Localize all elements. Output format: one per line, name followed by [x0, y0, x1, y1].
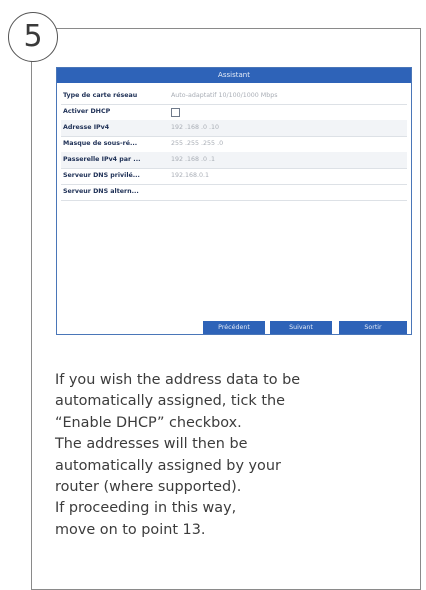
row-label: Serveur DNS privilé...	[63, 172, 140, 179]
row-label: Masque de sous-ré...	[63, 140, 138, 147]
preferred-dns-field[interactable]: 192.168.0.1	[171, 168, 209, 184]
row-label: Serveur DNS altern...	[63, 188, 139, 195]
row-preferred-dns: Serveur DNS privilé... 192.168.0.1	[61, 168, 407, 185]
row-alternate-dns: Serveur DNS altern...	[61, 184, 407, 201]
ipv4-address-field[interactable]: 192 .168 .0 .10	[171, 120, 219, 136]
row-label: Activer DHCP	[63, 108, 111, 115]
step-number-badge: 5	[8, 12, 58, 62]
row-enable-dhcp: Activer DHCP	[61, 104, 407, 121]
row-network-card-type: Type de carte réseau Auto-adaptatif 10/1…	[61, 88, 407, 105]
dialog-title: Assistant	[57, 68, 411, 83]
instruction-line: The addresses will then be	[55, 436, 248, 453]
row-label: Type de carte réseau	[63, 92, 138, 99]
default-gateway-field[interactable]: 192 .168 .0 .1	[171, 152, 215, 168]
assistant-dialog: Assistant Type de carte réseau Auto-adap…	[56, 67, 412, 335]
previous-button[interactable]: Précédent	[203, 321, 265, 334]
instruction-line: automatically assigned by your	[55, 457, 281, 474]
row-ipv4-address: Adresse IPv4 192 .168 .0 .10	[61, 120, 407, 137]
row-label: Adresse IPv4	[63, 124, 110, 131]
instruction-line: automatically assigned, tick the	[55, 393, 285, 410]
subnet-mask-field[interactable]: 255 .255 .255 .0	[171, 136, 223, 152]
row-default-gateway: Passerelle IPv4 par ... 192 .168 .0 .1	[61, 152, 407, 169]
instruction-line: If you wish the address data to be	[55, 372, 301, 388]
instruction-line: If proceeding in this way,	[55, 500, 237, 517]
instruction-text: If you wish the address data to be autom…	[55, 370, 395, 541]
next-button[interactable]: Suivant	[270, 321, 332, 334]
instruction-line: router (where supported).	[55, 479, 242, 496]
row-subnet-mask: Masque de sous-ré... 255 .255 .255 .0	[61, 136, 407, 153]
enable-dhcp-checkbox[interactable]	[171, 108, 180, 117]
network-card-type-value[interactable]: Auto-adaptatif 10/100/1000 Mbps	[171, 88, 278, 104]
row-label: Passerelle IPv4 par ...	[63, 156, 141, 163]
instruction-line: “Enable DHCP” checkbox.	[55, 414, 242, 431]
exit-button[interactable]: Sortir	[339, 321, 407, 334]
instruction-line: move on to point 13.	[55, 521, 206, 538]
